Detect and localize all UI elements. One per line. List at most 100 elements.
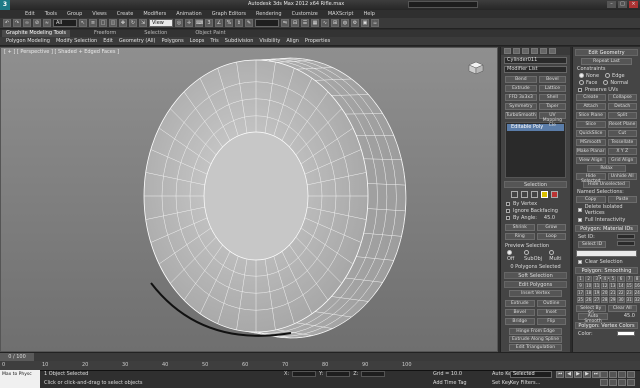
modify-tab-icon[interactable] [513, 48, 520, 54]
y-button[interactable]: Y [621, 149, 624, 154]
smoothing-group-button[interactable]: 22 [617, 290, 625, 296]
schematic-view-icon[interactable]: ⊞ [331, 19, 339, 27]
smoothing-group-button[interactable]: 16 [633, 283, 640, 289]
paste-button[interactable]: Paste [607, 196, 637, 203]
tab-freeform[interactable]: Freeform [90, 30, 120, 37]
vertex-colors-rollout[interactable]: Polygon: Vertex Colors [575, 322, 638, 329]
move-icon[interactable]: ✥ [119, 19, 127, 27]
create-tab-icon[interactable] [504, 48, 511, 54]
ribbon-tris[interactable]: Tris [207, 37, 221, 45]
rectangular-selection-icon[interactable]: □ [99, 19, 107, 27]
smoothing-group-button[interactable]: 7 [625, 276, 633, 282]
menu-maxscript[interactable]: MAXScript [323, 10, 359, 18]
object-name-field[interactable]: Cylinder011 [504, 57, 567, 64]
preserve-uvs-checkbox[interactable]: Preserve UVs [578, 87, 635, 93]
ribbon-polygon-modeling[interactable]: Polygon Modeling [3, 37, 53, 45]
select-id-button[interactable]: Select ID [578, 241, 606, 248]
smoothing-group-button[interactable]: 1 [577, 276, 585, 282]
maxscript-listener[interactable]: Max to Physc [0, 370, 40, 388]
smoothing-group-button[interactable]: 20 [601, 290, 609, 296]
help-search-input[interactable] [408, 1, 478, 8]
angle-snap-icon[interactable]: ∠ [215, 19, 223, 27]
smoothing-group-button[interactable]: 17 [577, 290, 585, 296]
tab-object-paint[interactable]: Object Paint [191, 30, 229, 37]
smoothing-group-button[interactable]: 15 [625, 283, 633, 289]
hierarchy-tab-icon[interactable] [522, 48, 529, 54]
inset-button[interactable]: Inset [536, 309, 566, 316]
ignore-backfacing-checkbox[interactable]: Ignore Backfacing [506, 208, 565, 214]
auto-smooth-value[interactable]: 45.0 [624, 313, 635, 320]
edit-geometry-rollout[interactable]: Edit Geometry [575, 49, 638, 56]
smoothing-groups-rollout[interactable]: Polygon: Smoothing Groups [575, 267, 638, 281]
layer-manager-icon[interactable]: ☰ [301, 19, 309, 27]
bind-space-warp-icon[interactable]: ≈ [43, 19, 51, 27]
ribbon-modify-selection[interactable]: Modify Selection [53, 37, 100, 45]
next-frame-icon[interactable]: ▶ [583, 371, 591, 378]
grow-button[interactable]: Grow [536, 224, 566, 231]
collapse-button[interactable]: Collapse [607, 94, 637, 101]
modifier-list-dropdown[interactable]: Modifier List [504, 66, 567, 73]
smoothing-group-button[interactable]: 13 [609, 283, 617, 289]
zoom-icon[interactable] [600, 371, 608, 378]
smoothing-group-button[interactable]: 9 [577, 283, 585, 289]
smoothing-group-button[interactable]: 18 [585, 290, 593, 296]
border-level-icon[interactable] [531, 191, 538, 198]
slice-plane-button[interactable]: Slice Plane [576, 112, 606, 119]
smoothing-group-button[interactable]: 5 [609, 276, 617, 282]
unhide-all-button[interactable]: Unhide All [607, 173, 637, 180]
window-crossing-icon[interactable]: ◫ [109, 19, 117, 27]
align-icon[interactable]: ⊟ [291, 19, 299, 27]
loop-button[interactable]: Loop [536, 233, 566, 240]
uv-mapping-button[interactable]: UV Mapping Cle [538, 112, 566, 128]
extrude-poly-button[interactable]: Extrude [505, 300, 535, 307]
material-editor-icon[interactable]: ◍ [341, 19, 349, 27]
cylinder-mesh[interactable] [1, 48, 498, 352]
z-coordinate-field[interactable] [361, 371, 386, 377]
spinner-snap-icon[interactable]: ⇕ [235, 19, 243, 27]
bevel-button[interactable]: Bevel [538, 76, 566, 83]
bend-button[interactable]: Bend [505, 76, 537, 83]
element-level-icon[interactable] [551, 191, 558, 198]
ribbon-align[interactable]: Align [283, 37, 302, 45]
select-object-icon[interactable]: ↖ [79, 19, 87, 27]
utilities-tab-icon[interactable] [549, 48, 556, 54]
lattice-button[interactable]: Lattice [538, 85, 566, 92]
menu-animation[interactable]: Animation [171, 10, 207, 18]
hide-selected-button[interactable]: Hide Selected [576, 173, 606, 184]
attach-button[interactable]: Attach [576, 103, 606, 110]
view-align-button[interactable]: View Align [576, 157, 606, 164]
rendered-frame-icon[interactable]: ▣ [361, 19, 369, 27]
repeat-last-button[interactable]: Repeat Last [581, 58, 632, 65]
orbit-icon[interactable] [618, 379, 626, 386]
edit-named-selection-icon[interactable]: ✎ [245, 19, 253, 27]
shrink-button[interactable]: Shrink [505, 224, 535, 231]
tab-selection[interactable]: Selection [140, 30, 171, 37]
pan-icon[interactable] [609, 379, 617, 386]
smoothing-group-button[interactable]: 4 [601, 276, 609, 282]
app-logo-icon[interactable]: 3 [0, 0, 10, 10]
create-button[interactable]: Create [576, 94, 606, 101]
undo-icon[interactable]: ↶ [3, 19, 11, 27]
curve-editor-icon[interactable]: ∿ [321, 19, 329, 27]
reset-plane-button[interactable]: Reset Plane [607, 121, 637, 128]
copy-button[interactable]: Copy [576, 196, 606, 203]
polygon-level-icon[interactable] [541, 191, 548, 198]
constraint-face-radio[interactable]: Face [579, 80, 597, 86]
select-by-name-icon[interactable]: ≡ [89, 19, 97, 27]
preview-off-radio[interactable]: Off [507, 250, 518, 262]
shell-button[interactable]: Shell [538, 94, 566, 101]
select-manipulate-icon[interactable]: ✛ [185, 19, 193, 27]
make-planar-button[interactable]: Make Planar [576, 148, 606, 155]
go-to-start-icon[interactable]: ⏮ [556, 371, 564, 378]
smoothing-group-button[interactable]: 8 [633, 276, 640, 282]
constraint-edge-radio[interactable]: Edge [605, 73, 625, 79]
snaps-toggle-icon[interactable]: 3 [205, 19, 213, 27]
selection-rollout-header[interactable]: Selection [504, 181, 567, 188]
motion-tab-icon[interactable] [531, 48, 538, 54]
split-checkbox[interactable]: Split [607, 112, 637, 119]
menu-views[interactable]: Views [87, 10, 111, 18]
quickslice-button[interactable]: QuickSlice [576, 130, 606, 137]
clear-all-button[interactable]: Clear All [607, 305, 637, 312]
selection-filter-dropdown[interactable]: All [53, 19, 77, 27]
link-icon[interactable]: ∞ [23, 19, 31, 27]
